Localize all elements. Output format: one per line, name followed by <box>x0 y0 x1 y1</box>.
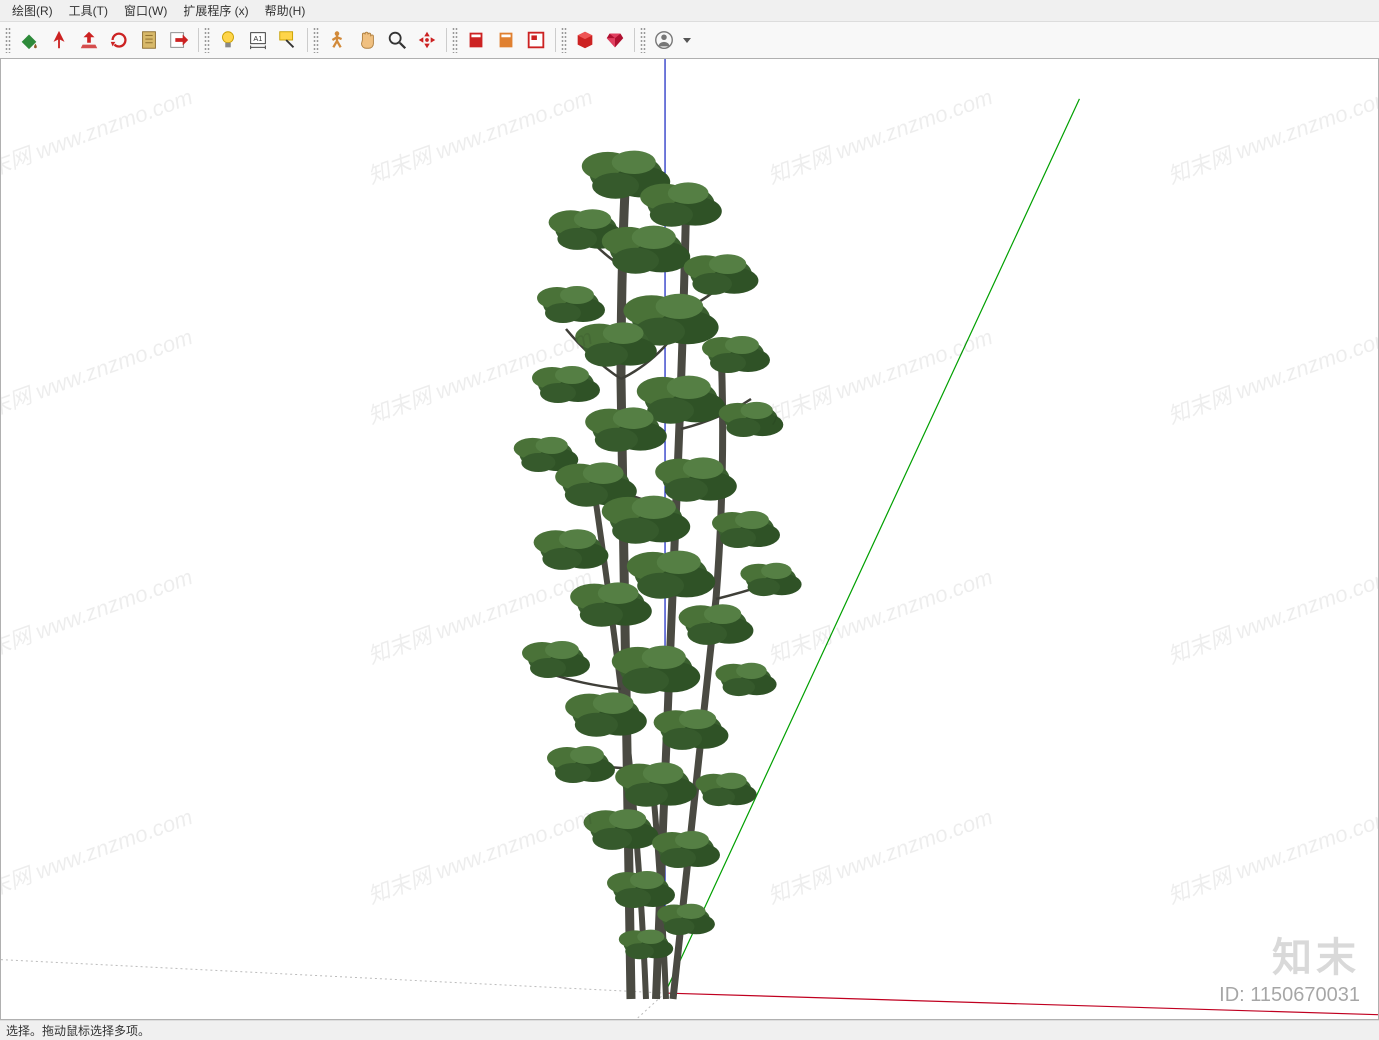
toolbar-separator <box>446 28 447 52</box>
layout-icon <box>525 29 547 51</box>
hand-button[interactable] <box>352 25 382 55</box>
toolbar-separator <box>307 28 308 52</box>
user-icon <box>653 29 675 51</box>
toolbar: A1 <box>0 22 1379 58</box>
component-button[interactable] <box>570 25 600 55</box>
toolbar-separator <box>198 28 199 52</box>
notebook-icon <box>138 29 160 51</box>
magnify-icon <box>386 29 408 51</box>
menu-view[interactable]: 绘图(R) <box>4 0 61 21</box>
toolbar-grip[interactable] <box>313 27 319 53</box>
watermark-text: 知末网 www.znzmo.com <box>1163 559 1379 670</box>
menu-window[interactable]: 窗口(W) <box>116 0 175 21</box>
watermark-text: 知末网 www.znzmo.com <box>363 799 597 910</box>
viewport[interactable]: 知末网 www.znzmo.com 知末网 www.znzmo.com 知末网 … <box>0 58 1379 1020</box>
dimension-text-button[interactable]: A1 <box>243 25 273 55</box>
menu-help[interactable]: 帮助(H) <box>257 0 314 21</box>
book-orange-icon <box>495 29 517 51</box>
dimension-text-icon: A1 <box>247 29 269 51</box>
zoom-extents-icon <box>416 29 438 51</box>
watermark-text: 知末网 www.znzmo.com <box>363 559 597 670</box>
watermark-text: 知末网 www.znzmo.com <box>763 799 997 910</box>
paint-bucket-button[interactable] <box>14 25 44 55</box>
walk-icon <box>326 29 348 51</box>
rotate-sync-icon <box>108 29 130 51</box>
toolbar-grip[interactable] <box>640 27 646 53</box>
magnify-button[interactable] <box>382 25 412 55</box>
toolbar-grip[interactable] <box>5 27 11 53</box>
survey-icon <box>48 29 70 51</box>
notebook-button[interactable] <box>134 25 164 55</box>
watermark-text: 知末网 www.znzmo.com <box>363 79 597 190</box>
watermark-text: 知末网 www.znzmo.com <box>1163 319 1379 430</box>
paint-bucket-icon <box>18 29 40 51</box>
hand-icon <box>356 29 378 51</box>
status-bar: 选择。拖动鼠标选择多项。 <box>0 1020 1379 1040</box>
survey-button[interactable] <box>44 25 74 55</box>
place-icon <box>78 29 100 51</box>
user-button[interactable] <box>649 25 679 55</box>
callout-icon <box>277 29 299 51</box>
watermark-id: ID: 1150670031 <box>1219 984 1360 1007</box>
watermark-logo: 知末 <box>1272 925 1360 983</box>
lightbulb-icon <box>217 29 239 51</box>
menu-extensions[interactable]: 扩展程序 (x) <box>175 0 256 21</box>
book-red-icon <box>465 29 487 51</box>
tree-model[interactable] <box>471 129 851 1009</box>
toolbar-grip[interactable] <box>452 27 458 53</box>
watermark-text: 知末网 www.znzmo.com <box>0 319 196 430</box>
watermark-text: 知末网 www.znzmo.com <box>763 319 997 430</box>
book-orange-button[interactable] <box>491 25 521 55</box>
place-button[interactable] <box>74 25 104 55</box>
toolbar-grip[interactable] <box>204 27 210 53</box>
toolbar-separator <box>555 28 556 52</box>
watermark-text: 知末网 www.znzmo.com <box>0 79 196 190</box>
watermark-text: 知末网 www.znzmo.com <box>363 319 597 430</box>
svg-text:A1: A1 <box>253 34 262 43</box>
rotate-sync-button[interactable] <box>104 25 134 55</box>
export-button[interactable] <box>164 25 194 55</box>
watermark-text: 知末网 www.znzmo.com <box>0 559 196 670</box>
toolbar-grip[interactable] <box>561 27 567 53</box>
zoom-extents-button[interactable] <box>412 25 442 55</box>
callout-button[interactable] <box>273 25 303 55</box>
status-hint: 选择。拖动鼠标选择多项。 <box>6 1022 150 1039</box>
user-dropdown-button[interactable] <box>679 25 695 55</box>
lightbulb-button[interactable] <box>213 25 243 55</box>
book-red-button[interactable] <box>461 25 491 55</box>
menu-bar: 绘图(R) 工具(T) 窗口(W) 扩展程序 (x) 帮助(H) <box>0 0 1379 22</box>
watermark-text: 知末网 www.znzmo.com <box>763 79 997 190</box>
menu-tools[interactable]: 工具(T) <box>61 0 116 21</box>
layout-button[interactable] <box>521 25 551 55</box>
ruby-icon <box>604 29 626 51</box>
watermark-text: 知末网 www.znzmo.com <box>763 559 997 670</box>
axis-lines <box>1 59 1378 1019</box>
walk-button[interactable] <box>322 25 352 55</box>
chevron-down-icon <box>682 35 692 45</box>
watermark-text: 知末网 www.znzmo.com <box>0 799 196 910</box>
component-icon <box>574 29 596 51</box>
export-icon <box>168 29 190 51</box>
watermark-text: 知末网 www.znzmo.com <box>1163 799 1379 910</box>
ruby-button[interactable] <box>600 25 630 55</box>
watermark-text: 知末网 www.znzmo.com <box>1163 79 1379 190</box>
toolbar-separator <box>634 28 635 52</box>
